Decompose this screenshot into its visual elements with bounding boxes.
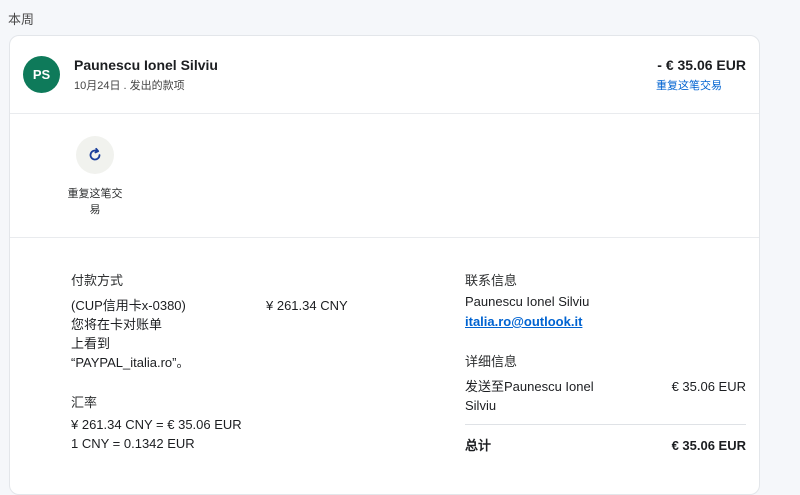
contact-email-link[interactable]: italia.ro@outlook.it	[465, 312, 582, 331]
exchange-rate-line-2: 1 CNY = 0.1342 EUR	[71, 436, 195, 451]
total-divider	[465, 424, 746, 425]
transaction-amount: - € 35.06 EUR	[657, 57, 746, 73]
sent-amount: € 35.06 EUR	[671, 379, 746, 394]
total-amount: € 35.06 EUR	[671, 438, 746, 453]
section-label-this-week: 本周	[8, 12, 35, 27]
repeat-transaction-label: 重复这笔交易	[67, 188, 123, 216]
sent-to-line-1: 发送至Paunescu Ionel	[465, 379, 594, 394]
refresh-icon	[89, 147, 101, 161]
avatar: PS	[23, 56, 60, 93]
statement-note-line-2: 上看到	[71, 336, 111, 351]
transaction-date-type: 10月24日 . 发出的款项	[74, 80, 185, 92]
contact-name: Paunescu Ionel Silviu	[465, 294, 590, 309]
details-heading: 详细信息	[465, 354, 518, 369]
exchange-rate-line-1: ¥ 261.34 CNY = € 35.06 EUR	[71, 417, 242, 432]
payment-method: (CUP信用卡x-0380)	[71, 298, 186, 313]
counterparty-name: Paunescu Ionel Silviu	[74, 57, 218, 73]
contact-heading: 联系信息	[465, 273, 518, 288]
payment-amount: ¥ 261.34 CNY	[266, 298, 348, 313]
total-label: 总计	[465, 438, 492, 453]
exchange-rate-heading: 汇率	[71, 395, 98, 410]
actions-divider	[10, 237, 759, 238]
statement-note-line-1: 您将在卡对账单	[71, 317, 163, 332]
header-divider	[10, 113, 759, 114]
repeat-transaction-button[interactable]	[76, 136, 114, 174]
statement-note-line-3: “PAYPAL_italia.ro”。	[71, 355, 190, 370]
repeat-transaction-link[interactable]: 重复这笔交易	[656, 77, 722, 93]
transaction-card: PS Paunescu Ionel Silviu 10月24日 . 发出的款项 …	[9, 35, 760, 495]
sent-to-line-2: Silviu	[465, 398, 497, 413]
payment-method-heading: 付款方式	[71, 273, 124, 288]
